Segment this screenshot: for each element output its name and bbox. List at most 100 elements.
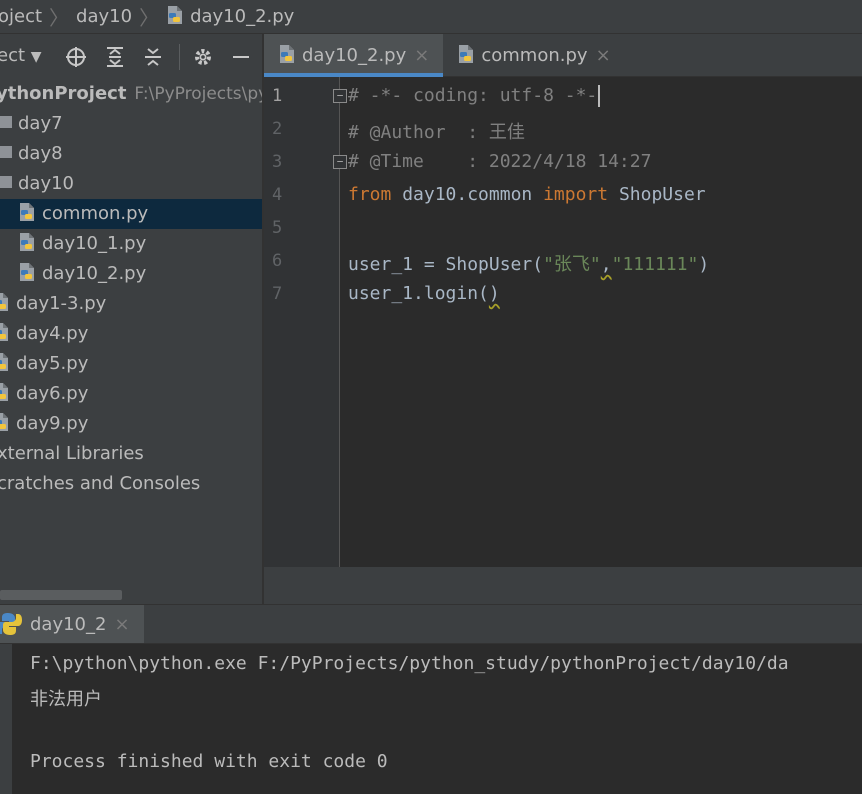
- python-file-icon: [0, 293, 8, 311]
- python-file-icon: [459, 44, 474, 63]
- tab-common-py[interactable]: common.py ×: [443, 34, 624, 77]
- string-literal: "张飞": [543, 254, 601, 275]
- tree-root-path: F:\PyProjects\py: [134, 84, 262, 104]
- breadcrumb-file[interactable]: day10_2.py: [166, 5, 295, 27]
- close-icon[interactable]: ×: [596, 45, 611, 66]
- tree-item-label: day10: [18, 173, 75, 194]
- editor-bottom-strip: [264, 567, 862, 604]
- gear-icon[interactable]: [191, 45, 215, 69]
- code-line-4: from day10.common import ShopUser: [348, 184, 706, 205]
- breadcrumb-label: oject: [0, 6, 43, 27]
- string-literal: "111111": [611, 254, 699, 275]
- project-view-label: ect: [0, 45, 26, 66]
- code-editor[interactable]: 1 2 3 4 5 6 7 − − # -*- coding: utf-8 -*…: [264, 77, 862, 567]
- code-text: ,: [600, 254, 612, 275]
- folder-icon: [0, 116, 12, 128]
- toolbar-divider: [179, 44, 180, 70]
- python-file-icon: [20, 263, 34, 281]
- tree-item-day5-py[interactable]: day5.py: [0, 349, 262, 379]
- code-line-2: # @Author : 王佳: [348, 118, 525, 144]
- chevron-right-icon: 〉: [139, 6, 160, 30]
- tree-item-label: day8: [18, 143, 63, 164]
- run-tab-day10-2[interactable]: day10_2 ×: [0, 605, 144, 643]
- python-icon: [0, 613, 22, 635]
- line-number: 7: [272, 284, 283, 304]
- tab-label: common.py: [481, 45, 588, 66]
- tree-item-label: day9.py: [16, 413, 89, 434]
- tree-root-label: ythonProject: [0, 83, 127, 104]
- navigation-bar: oject 〉 day10 〉 day10_2.py: [0, 0, 862, 34]
- fold-collapse-icon[interactable]: −: [333, 155, 347, 169]
- text-caret: [598, 85, 601, 107]
- code-line-6: user_1 = ShopUser("张飞","111111"): [348, 250, 709, 276]
- tree-item-label: day10_2.py: [42, 263, 147, 284]
- horizontal-scrollbar[interactable]: [0, 590, 122, 600]
- tree-item-scratches[interactable]: cratches and Consoles: [0, 469, 262, 499]
- python-file-icon: [168, 5, 183, 24]
- tree-item-day8[interactable]: day8: [0, 139, 262, 169]
- run-panel-header: day10_2 ×: [0, 604, 862, 644]
- crosshair-icon[interactable]: [64, 45, 88, 69]
- collapse-all-icon[interactable]: [141, 45, 165, 69]
- chevron-right-icon: 〉: [49, 6, 70, 30]
- python-file-icon: [0, 413, 8, 431]
- tree-item-day6-py[interactable]: day6.py: [0, 379, 262, 409]
- close-icon[interactable]: ×: [114, 614, 129, 635]
- folder-icon: [0, 146, 12, 158]
- tree-item-label: xternal Libraries: [0, 443, 144, 464]
- python-file-icon: [20, 203, 34, 221]
- module-name: day10.common: [391, 184, 544, 205]
- console-line: F:\python\python.exe F:/PyProjects/pytho…: [30, 653, 789, 674]
- breadcrumb-label: day10_2.py: [190, 6, 295, 27]
- tree-item-day10[interactable]: day10: [0, 169, 262, 199]
- breadcrumb-project[interactable]: oject: [0, 6, 42, 27]
- run-console[interactable]: F:\python\python.exe F:/PyProjects/pytho…: [0, 644, 862, 794]
- folder-icon: [0, 176, 12, 188]
- keyword: from: [348, 184, 392, 205]
- tree-item-label: day7: [18, 113, 63, 134]
- tree-item-label: day10_1.py: [42, 233, 147, 254]
- keyword: import: [543, 184, 609, 205]
- tree-item-common-py[interactable]: common.py: [0, 199, 262, 229]
- tree-item-day7[interactable]: day7: [0, 109, 262, 139]
- tree-item-day4-py[interactable]: day4.py: [0, 319, 262, 349]
- run-tab-label: day10_2: [30, 613, 107, 635]
- code-line-7: user_1.login(): [348, 283, 500, 304]
- tree-item-label: day6.py: [16, 383, 89, 404]
- tree-item-day9-py[interactable]: day9.py: [0, 409, 262, 439]
- line-number: 2: [272, 119, 283, 139]
- dropdown-icon: ▼: [30, 49, 42, 65]
- comment-text: # @Author : 王佳: [348, 122, 525, 143]
- tree-item-external-libraries[interactable]: xternal Libraries: [0, 439, 262, 469]
- tree-item-day10-2-py[interactable]: day10_2.py: [0, 259, 262, 289]
- python-file-icon: [0, 323, 8, 341]
- tree-item-label: cratches and Consoles: [0, 473, 201, 494]
- line-number: 5: [272, 218, 283, 238]
- tree-item-label: day1-3.py: [16, 293, 107, 314]
- project-view-selector[interactable]: ect ▼: [0, 45, 42, 66]
- fold-collapse-icon[interactable]: −: [333, 89, 347, 103]
- code-line-1: # -*- coding: utf-8 -*-: [348, 85, 601, 107]
- identifier: ShopUser: [608, 184, 706, 205]
- editor-tab-bar: day10_2.py × common.py ×: [264, 34, 862, 77]
- tree-root-project[interactable]: ythonProject F:\PyProjects\py: [0, 79, 262, 109]
- tree-item-day10-1-py[interactable]: day10_1.py: [0, 229, 262, 259]
- code-text: ): [488, 283, 500, 304]
- python-file-icon: [0, 383, 8, 401]
- project-panel: ect ▼ ythonProject F:\PyProjects\py day7 …: [0, 34, 262, 604]
- line-number-gutter: 1 2 3 4 5 6 7: [264, 77, 340, 567]
- close-icon[interactable]: ×: [414, 45, 429, 66]
- tree-item-label: common.py: [42, 203, 149, 224]
- tab-day10-2-py[interactable]: day10_2.py ×: [264, 34, 444, 77]
- tab-label: day10_2.py: [302, 45, 407, 66]
- console-line: Process finished with exit code 0: [30, 751, 388, 772]
- line-number: 1: [272, 86, 283, 106]
- line-number: 6: [272, 251, 283, 271]
- console-line: 非法用户: [30, 689, 102, 710]
- expand-all-icon[interactable]: [103, 45, 127, 69]
- breadcrumb-day10[interactable]: day10: [76, 6, 132, 27]
- python-file-icon: [0, 353, 8, 371]
- minimize-icon[interactable]: [229, 45, 253, 69]
- python-file-icon: [280, 44, 294, 63]
- tree-item-day1-3-py[interactable]: day1-3.py: [0, 289, 262, 319]
